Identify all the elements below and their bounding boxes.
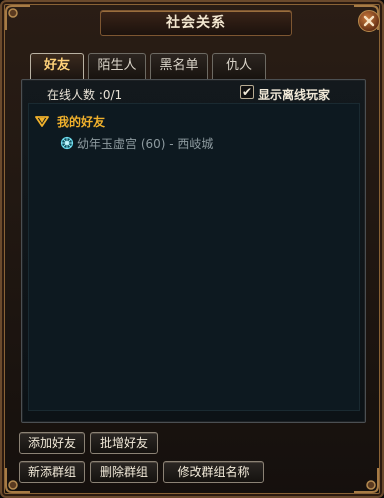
rename-group-button[interactable]: 修改群组名称: [163, 461, 264, 483]
close-icon: [363, 15, 375, 27]
new-group-button[interactable]: 新添群组: [19, 461, 85, 483]
group-expand-icon[interactable]: [35, 114, 49, 128]
group-my-friends[interactable]: 我的好友: [57, 113, 105, 130]
corner-ornament-icon: [354, 468, 379, 493]
tab-friends[interactable]: 好友: [30, 53, 84, 80]
player-online-icon: [60, 136, 74, 150]
window-title: 社会关系: [100, 10, 292, 36]
close-button[interactable]: [358, 10, 380, 32]
friend-entry[interactable]: 幼年玉虚宫 (60) - 西岐城: [77, 135, 213, 152]
show-offline-label[interactable]: 显示离线玩家: [258, 86, 330, 103]
online-count: 在线人数 :0/1: [47, 88, 123, 102]
tab-blacklist[interactable]: 黑名单: [150, 53, 208, 79]
tab-enemies[interactable]: 仇人: [212, 53, 266, 79]
add-friend-button[interactable]: 添加好友: [19, 432, 85, 454]
tab-strangers[interactable]: 陌生人: [88, 53, 146, 79]
batch-add-friend-button[interactable]: 批增好友: [90, 432, 158, 454]
corner-ornament-icon: [5, 5, 30, 30]
show-offline-checkbox[interactable]: ✔: [240, 85, 254, 99]
delete-group-button[interactable]: 删除群组: [90, 461, 158, 483]
social-relations-window: 社会关系 好友 陌生人 黑名单 仇人 在线人数 :0/1 ✔ 显示离线玩家 我的…: [0, 0, 384, 498]
